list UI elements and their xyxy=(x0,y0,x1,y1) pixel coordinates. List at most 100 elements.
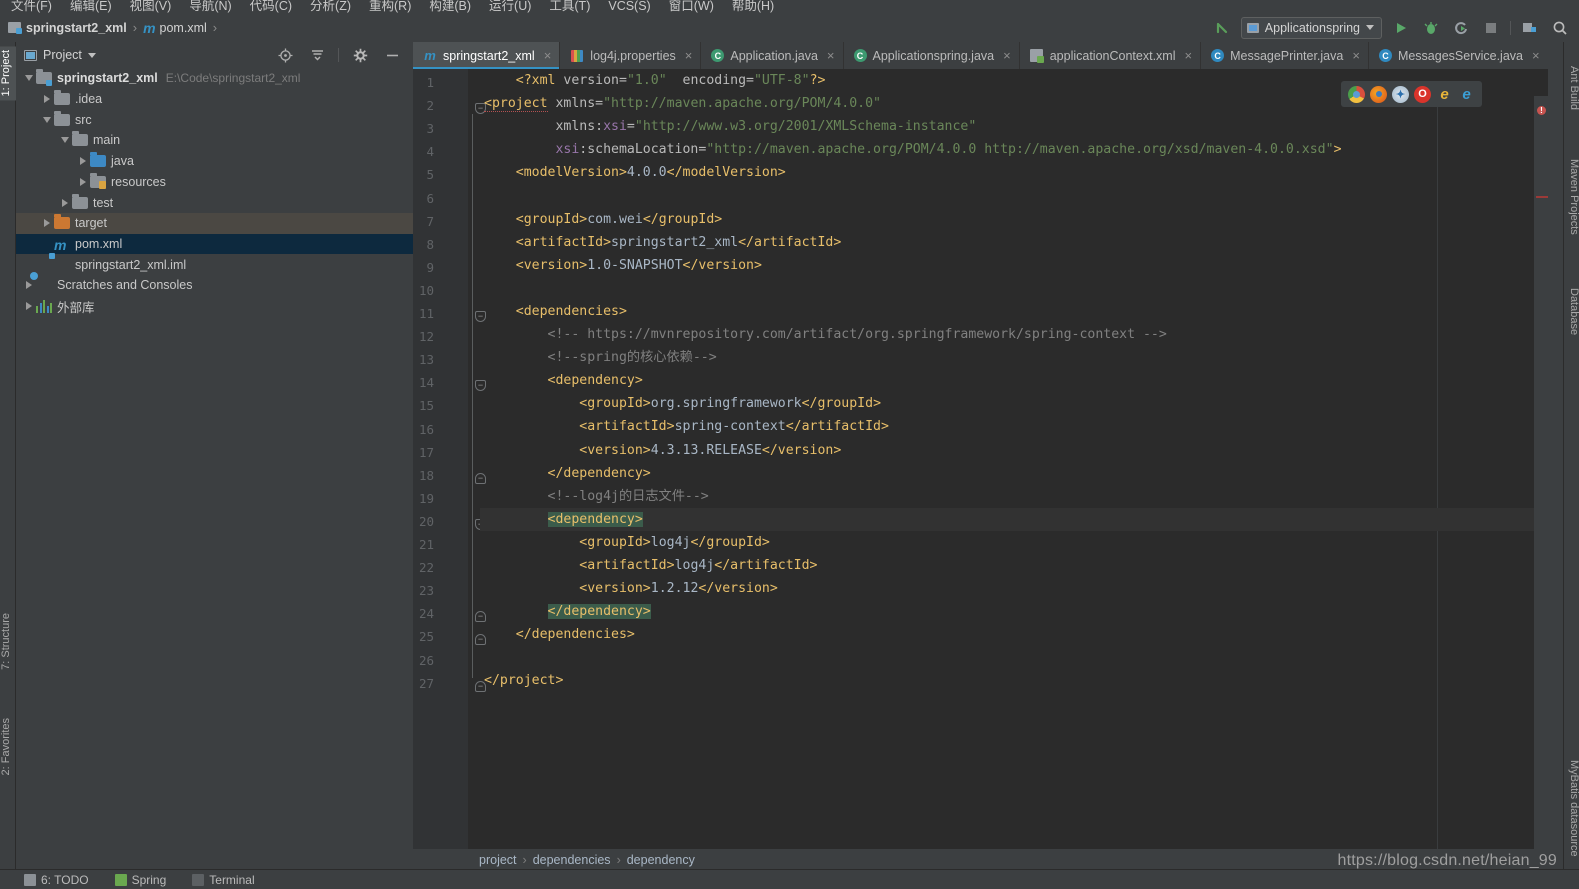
tree-node-scratchesandconsoles[interactable]: Scratches and Consoles xyxy=(16,275,413,296)
menu-item-9[interactable]: 工具(T) xyxy=(540,0,599,13)
menu-item-1[interactable]: 编辑(E) xyxy=(61,0,121,13)
bottom-tab-6todo[interactable]: 6: TODO xyxy=(24,873,89,887)
code-content[interactable]: <?xml version="1.0" encoding="UTF-8"?> <p… xyxy=(480,69,1548,869)
chevron-down-icon[interactable] xyxy=(22,75,36,82)
chevron-down-icon[interactable] xyxy=(40,116,54,123)
opera-icon[interactable]: O xyxy=(1414,85,1431,103)
tree-node-[interactable]: 外部库 xyxy=(16,296,413,317)
code-line[interactable]: <artifactId>spring-context</artifactId> xyxy=(480,415,1548,438)
chevron-down-icon[interactable] xyxy=(58,137,72,144)
editor-viewport[interactable]: 12−34567891011−121314−15161718−1920−💡212… xyxy=(413,69,1548,869)
locate-icon[interactable] xyxy=(274,44,296,66)
editor-tab-messagesservicejava[interactable]: C MessagesService.java × xyxy=(1369,42,1548,69)
menu-item-7[interactable]: 构建(B) xyxy=(420,0,480,13)
code-line[interactable]: </dependencies> xyxy=(480,623,1548,646)
menu-item-4[interactable]: 代码(C) xyxy=(241,0,301,13)
tree-node-test[interactable]: test xyxy=(16,192,413,213)
safari-icon[interactable]: ✦ xyxy=(1392,85,1409,103)
code-line[interactable]: <artifactId>log4j</artifactId> xyxy=(480,554,1548,577)
tool-window-tab-project[interactable]: 1: Project xyxy=(0,46,16,101)
chevron-right-icon[interactable] xyxy=(22,302,36,311)
tool-window-tab-structure[interactable]: 7: Structure xyxy=(0,609,16,674)
tool-window-tab-mavenprojects[interactable]: Maven Projects xyxy=(1564,155,1579,239)
run-configuration-selector[interactable]: Applicationspring xyxy=(1240,16,1382,39)
ie-icon[interactable]: e xyxy=(1436,86,1453,103)
tree-node-target[interactable]: target xyxy=(16,212,413,234)
tool-window-tab-favorites[interactable]: 2: Favorites xyxy=(0,714,16,779)
code-line[interactable]: <dependency> xyxy=(480,507,1548,531)
tree-node-springstart2xmliml[interactable]: springstart2_xml.iml xyxy=(16,254,413,275)
code-line[interactable]: <dependency> xyxy=(480,369,1548,392)
run-icon[interactable] xyxy=(1390,17,1412,39)
close-icon[interactable]: × xyxy=(1184,48,1192,63)
menu-item-3[interactable]: 导航(N) xyxy=(180,0,240,13)
error-stripe-marker[interactable]: ! xyxy=(1537,106,1546,115)
code-line[interactable]: <modelVersion>4.0.0</modelVersion> xyxy=(480,161,1548,184)
tree-node-resources[interactable]: resources xyxy=(16,172,413,193)
tree-node-idea[interactable]: .idea xyxy=(16,89,413,110)
code-line[interactable]: xmlns:xsi="http://www.w3.org/2001/XMLSch… xyxy=(480,115,1548,138)
menu-item-10[interactable]: VCS(S) xyxy=(599,0,659,13)
chevron-right-icon[interactable] xyxy=(22,281,36,290)
menu-item-5[interactable]: 分析(Z) xyxy=(301,0,360,13)
editor-tab-bar[interactable]: m springstart2_xml × log4j.properties × C Appl… xyxy=(413,42,1548,69)
code-line[interactable] xyxy=(480,184,1548,207)
menu-bar[interactable]: 文件(F) 编辑(E) 视图(V) 导航(N) 代码(C) 分析(Z) 重构(R) 构建(B)… xyxy=(0,0,1579,13)
editor-breadcrumb-dependency[interactable]: dependency xyxy=(627,853,695,867)
editor-tab-springstart2xml[interactable]: m springstart2_xml × xyxy=(413,42,561,69)
chevron-right-icon[interactable] xyxy=(76,177,90,186)
menu-item-0[interactable]: 文件(F) xyxy=(2,0,61,13)
close-icon[interactable]: × xyxy=(1003,48,1011,63)
error-stripe-tick[interactable] xyxy=(1536,196,1548,198)
hide-icon[interactable] xyxy=(381,44,403,66)
code-line[interactable]: </dependency> xyxy=(480,462,1548,485)
editor-breadcrumb-project[interactable]: project xyxy=(479,853,517,867)
editor-gutter[interactable]: 12−34567891011−121314−15161718−1920−💡212… xyxy=(413,69,519,869)
bottom-tab-spring[interactable]: Spring xyxy=(114,873,166,887)
close-icon[interactable]: × xyxy=(1352,48,1360,63)
close-icon[interactable]: × xyxy=(544,48,552,63)
editor-tab-applicationspringjava[interactable]: C Applicationspring.java × xyxy=(844,42,1020,69)
tree-node-src[interactable]: src xyxy=(16,109,413,130)
editor-tab-messageprinterjava[interactable]: C MessagePrinter.java × xyxy=(1201,42,1369,69)
code-line[interactable]: <!--spring的核心依赖--> xyxy=(480,346,1548,369)
code-line[interactable]: <groupId>com.wei</groupId> xyxy=(480,208,1548,231)
code-line[interactable]: <!-- https://mvnrepository.com/artifact/… xyxy=(480,323,1548,346)
code-line[interactable] xyxy=(480,646,1548,669)
editor-tab-applicationjava[interactable]: C Application.java × xyxy=(701,42,844,69)
breadcrumb[interactable]: springstart2_xml › m pom.xml › xyxy=(0,20,223,36)
code-line[interactable]: xsi:schemaLocation="http://maven.apache.… xyxy=(480,138,1548,161)
breadcrumb-file[interactable]: m pom.xml xyxy=(143,20,207,36)
code-line[interactable]: <version>4.3.13.RELEASE</version> xyxy=(480,439,1548,462)
back-arrow-icon[interactable] xyxy=(1211,17,1233,39)
bottom-tab-terminal[interactable]: Terminal xyxy=(192,873,255,887)
close-icon[interactable]: × xyxy=(827,48,835,63)
code-line[interactable]: </project> xyxy=(480,669,1548,692)
chrome-icon[interactable] xyxy=(1348,85,1365,103)
editor-tab-applicationcontextxml[interactable]: applicationContext.xml × xyxy=(1020,42,1202,69)
error-stripe-gutter[interactable]: ! xyxy=(1534,96,1548,869)
editor-tab-log4jproperties[interactable]: log4j.properties × xyxy=(560,42,702,69)
tree-node-main[interactable]: main xyxy=(16,130,413,151)
chevron-right-icon[interactable] xyxy=(40,219,54,228)
tool-window-tab-antbuild[interactable]: Ant Build xyxy=(1564,62,1579,114)
collapse-all-icon[interactable] xyxy=(306,44,328,66)
tool-window-tab-mybatisdatasource[interactable]: MyBatis datasource xyxy=(1564,756,1579,861)
code-line[interactable]: <dependencies> xyxy=(480,300,1548,323)
project-panel-title[interactable]: Project xyxy=(24,48,96,62)
tree-node-springstart2xml[interactable]: springstart2_xml E:\Code\springstart2_xml xyxy=(16,68,413,89)
bottom-tool-window-bar[interactable]: 6: TODO Spring Terminal xyxy=(0,869,1579,889)
chevron-right-icon[interactable] xyxy=(40,95,54,104)
code-line[interactable]: <!--log4j的日志文件--> xyxy=(480,485,1548,508)
close-icon[interactable]: × xyxy=(1532,48,1540,63)
chevron-right-icon[interactable] xyxy=(58,198,72,207)
edge-icon[interactable]: e xyxy=(1458,86,1475,103)
firefox-icon[interactable] xyxy=(1370,85,1387,103)
tool-window-tab-database[interactable]: Database xyxy=(1564,284,1579,339)
gear-icon[interactable] xyxy=(349,44,371,66)
search-everywhere-icon[interactable] xyxy=(1549,17,1571,39)
code-line[interactable]: <version>1.0-SNAPSHOT</version> xyxy=(480,254,1548,277)
code-line[interactable]: <version>1.2.12</version> xyxy=(480,577,1548,600)
code-line[interactable] xyxy=(480,277,1548,300)
tree-node-java[interactable]: java xyxy=(16,151,413,172)
